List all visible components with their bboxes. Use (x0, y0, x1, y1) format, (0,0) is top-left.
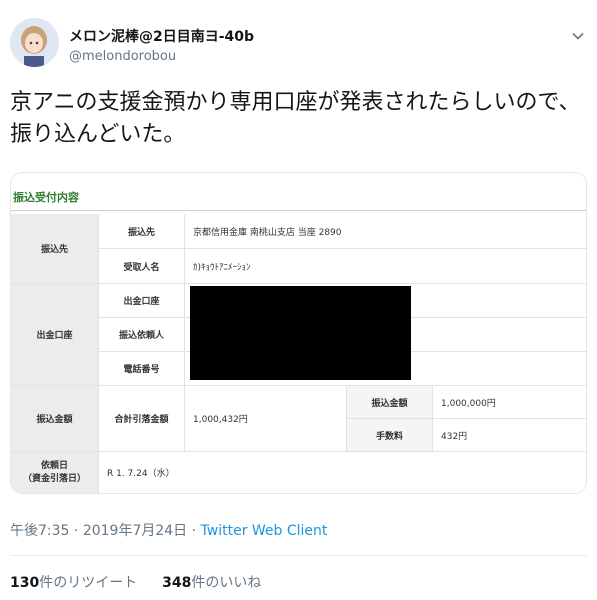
date-label: 依頼日 （資金引落日） (11, 452, 99, 493)
group-payee: 振込先 (11, 214, 99, 284)
tweet-header: メロン泥棒@2日目南ヨ-40b @melondorobou (10, 18, 587, 70)
date-label-line1: 依頼日 (40, 460, 68, 471)
fee-label: 手数料 (347, 419, 433, 452)
redaction-box (190, 286, 411, 380)
source-label: 出金口座 (99, 284, 185, 318)
stats-divider (10, 555, 587, 556)
client-link[interactable]: Twitter Web Client (201, 523, 328, 539)
card-title: 振込受付内容 (13, 191, 79, 204)
tweet-date[interactable]: 2019年7月24日 (83, 523, 187, 539)
attached-image[interactable]: 振込受付内容 振込先 振込先 京都信用金庫 南桃山支店 当座 2890 受取人名… (10, 172, 587, 494)
card-divider (11, 210, 586, 211)
recipient-label: 受取人名 (99, 249, 185, 284)
meta-separator: · (69, 523, 83, 539)
phone-label: 電話番号 (99, 352, 185, 386)
fee-value: 432円 (433, 419, 586, 452)
tweet-time[interactable]: 午後7:35 (10, 523, 69, 539)
payee-label: 振込先 (99, 214, 185, 249)
avatar[interactable] (10, 18, 59, 67)
retweets-label: 件のリツイート (39, 575, 138, 591)
likes-count: 348 (162, 575, 192, 591)
payee-value: 京都信用金庫 南桃山支店 当座 2890 (185, 214, 586, 249)
requester-label: 振込依頼人 (99, 318, 185, 352)
group-amount: 振込金額 (11, 386, 99, 452)
tweet-stats: 130件のリツイート 348件のいいね (10, 572, 261, 592)
likes-stat[interactable]: 348件のいいね (162, 575, 261, 591)
user-name-block: メロン泥棒@2日目南ヨ-40b @melondorobou (69, 26, 254, 64)
transfer-label: 振込金額 (347, 386, 433, 419)
group-source: 出金口座 (11, 284, 99, 386)
retweets-count: 130 (10, 575, 40, 591)
date-label-line2: （資金引落日） (22, 473, 86, 484)
date-value: R 1. 7.24（水） (99, 452, 586, 493)
likes-label: 件のいいね (191, 575, 262, 591)
total-value: 1,000,432円 (185, 386, 347, 452)
transfer-value: 1,000,000円 (433, 386, 586, 419)
user-handle[interactable]: @melondorobou (69, 49, 254, 64)
recipient-value: ｶ)ｷｮｳﾄｱﾆﾒｰｼｮﾝ (185, 249, 586, 284)
chevron-down-icon[interactable] (571, 28, 585, 42)
meta-separator-2: · (187, 523, 201, 539)
tweet-text: 京アニの支援金預かり専用口座が発表されたらしいので、振り込んどいた。 (10, 90, 581, 147)
display-name[interactable]: メロン泥棒@2日目南ヨ-40b (69, 26, 254, 46)
retweets-stat[interactable]: 130件のリツイート (10, 575, 137, 591)
tweet-meta: 午後7:35 · 2019年7月24日 · Twitter Web Client (10, 520, 327, 540)
total-label: 合計引落金額 (99, 386, 185, 452)
